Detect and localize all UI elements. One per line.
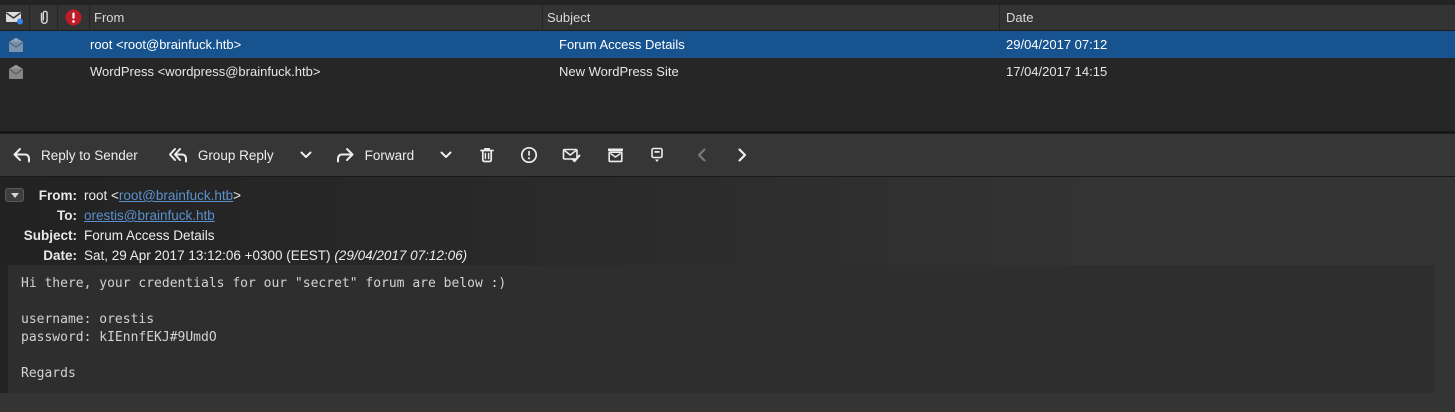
message-row-selected[interactable]: root <root@brainfuck.htb> Forum Access D… [0,31,1455,58]
tag-icon [651,147,663,162]
message-body-area: Hi there, your credentials for our "secr… [0,265,1455,411]
subject-label: Subject: [23,228,77,243]
column-read-status[interactable] [0,5,30,30]
tag-button[interactable] [649,146,665,164]
column-header-from[interactable]: From [90,5,543,30]
from-name: root < [84,188,119,203]
previous-message-icon [698,148,706,162]
column-header-subject[interactable]: Subject [543,5,1000,30]
message-row-status-cell [0,64,90,80]
message-header-pane: From: root <root@brainfuck.htb> To: ores… [0,176,1455,265]
forward-icon [336,147,354,162]
next-message-button[interactable] [735,147,749,163]
group-reply-button-label: Group Reply [197,147,274,163]
group-reply-dropdown[interactable] [300,151,312,159]
to-label: To: [57,208,77,223]
message-subject: New WordPress Site [559,64,679,79]
message-row-status-cell [0,37,90,53]
message-toolbar: Reply to Sender Group Reply Forward [0,133,1455,176]
chevron-down-icon [440,151,452,158]
message-date: 29/04/2017 07:12 [1006,37,1108,52]
previous-message-button[interactable] [695,147,709,163]
archive-button[interactable] [606,146,625,164]
from-close: > [233,188,242,203]
column-label-from: From [94,10,125,25]
header-subject-row: Subject: Forum Access Details [0,226,1455,246]
chevron-down-icon [300,151,312,158]
date-main: Sat, 29 Apr 2017 13:12:06 +0300 (EEST) [84,248,335,263]
archive-icon [608,148,624,163]
date-alternate: (29/04/2017 07:12:06) [334,248,468,263]
column-label-date: Date [1006,10,1034,25]
delete-trash-icon [480,147,494,163]
next-message-icon [738,148,747,162]
reply-icon [13,147,30,162]
message-date: 17/04/2017 14:15 [1006,64,1108,79]
junk-button[interactable] [520,146,538,164]
group-reply-icon [168,147,187,162]
header-date-row: Date: Sat, 29 Apr 2017 13:12:06 +0300 (E… [0,246,1455,266]
delete-button[interactable] [478,146,496,164]
envelope-read-column-icon [6,12,23,25]
forward-button-label: Forward [364,147,415,163]
paperclip-icon [40,10,48,24]
message-body-text: Hi there, your credentials for our "secr… [21,276,507,381]
mail-client-window: From Subject Date root <root@brainfuck.h… [0,0,1455,412]
header-from-row: From: root <root@brainfuck.htb> [0,186,1455,206]
body-left-gutter [0,265,8,393]
envelope-open-icon [9,37,23,52]
to-address-link[interactable]: orestis@brainfuck.htb [84,208,215,223]
reply-button-label: Reply to Sender [41,147,138,163]
column-headers: From Subject Date [0,5,1455,31]
column-header-date[interactable]: Date [1000,5,1455,30]
from-value: root <root@brainfuck.htb> [84,186,241,206]
header-to-row: To: orestis@brainfuck.htb [0,206,1455,226]
mark-read-button[interactable] [562,146,582,164]
date-label: Date: [43,248,77,263]
to-value: orestis@brainfuck.htb [84,206,215,226]
triangle-down-icon [10,192,19,198]
mark-read-icon [562,148,581,163]
header-collapse-button[interactable] [5,188,24,202]
junk-icon [521,146,538,164]
thread-pane: From Subject Date root <root@brainfuck.h… [0,0,1455,133]
forward-dropdown[interactable] [440,151,452,159]
subject-value: Forum Access Details [84,228,215,243]
envelope-open-icon [9,64,23,79]
forward-button[interactable]: Forward [336,147,415,164]
group-reply-button[interactable]: Group Reply [168,147,274,164]
column-attachment[interactable] [30,5,58,30]
message-from: WordPress <wordpress@brainfuck.htb> [90,64,321,79]
message-body-box[interactable]: Hi there, your credentials for our "secr… [8,265,1435,393]
message-row[interactable]: WordPress <wordpress@brainfuck.htb> New … [0,58,1455,85]
message-from: root <root@brainfuck.htb> [90,37,242,52]
reply-button[interactable]: Reply to Sender [12,147,138,164]
column-junk[interactable] [58,5,90,30]
message-subject: Forum Access Details [559,37,685,52]
from-address-link[interactable]: root@brainfuck.htb [119,188,233,203]
junk-priority-icon [65,9,82,26]
column-label-subject: Subject [547,10,591,25]
date-value: Sat, 29 Apr 2017 13:12:06 +0300 (EEST) (… [84,246,467,266]
